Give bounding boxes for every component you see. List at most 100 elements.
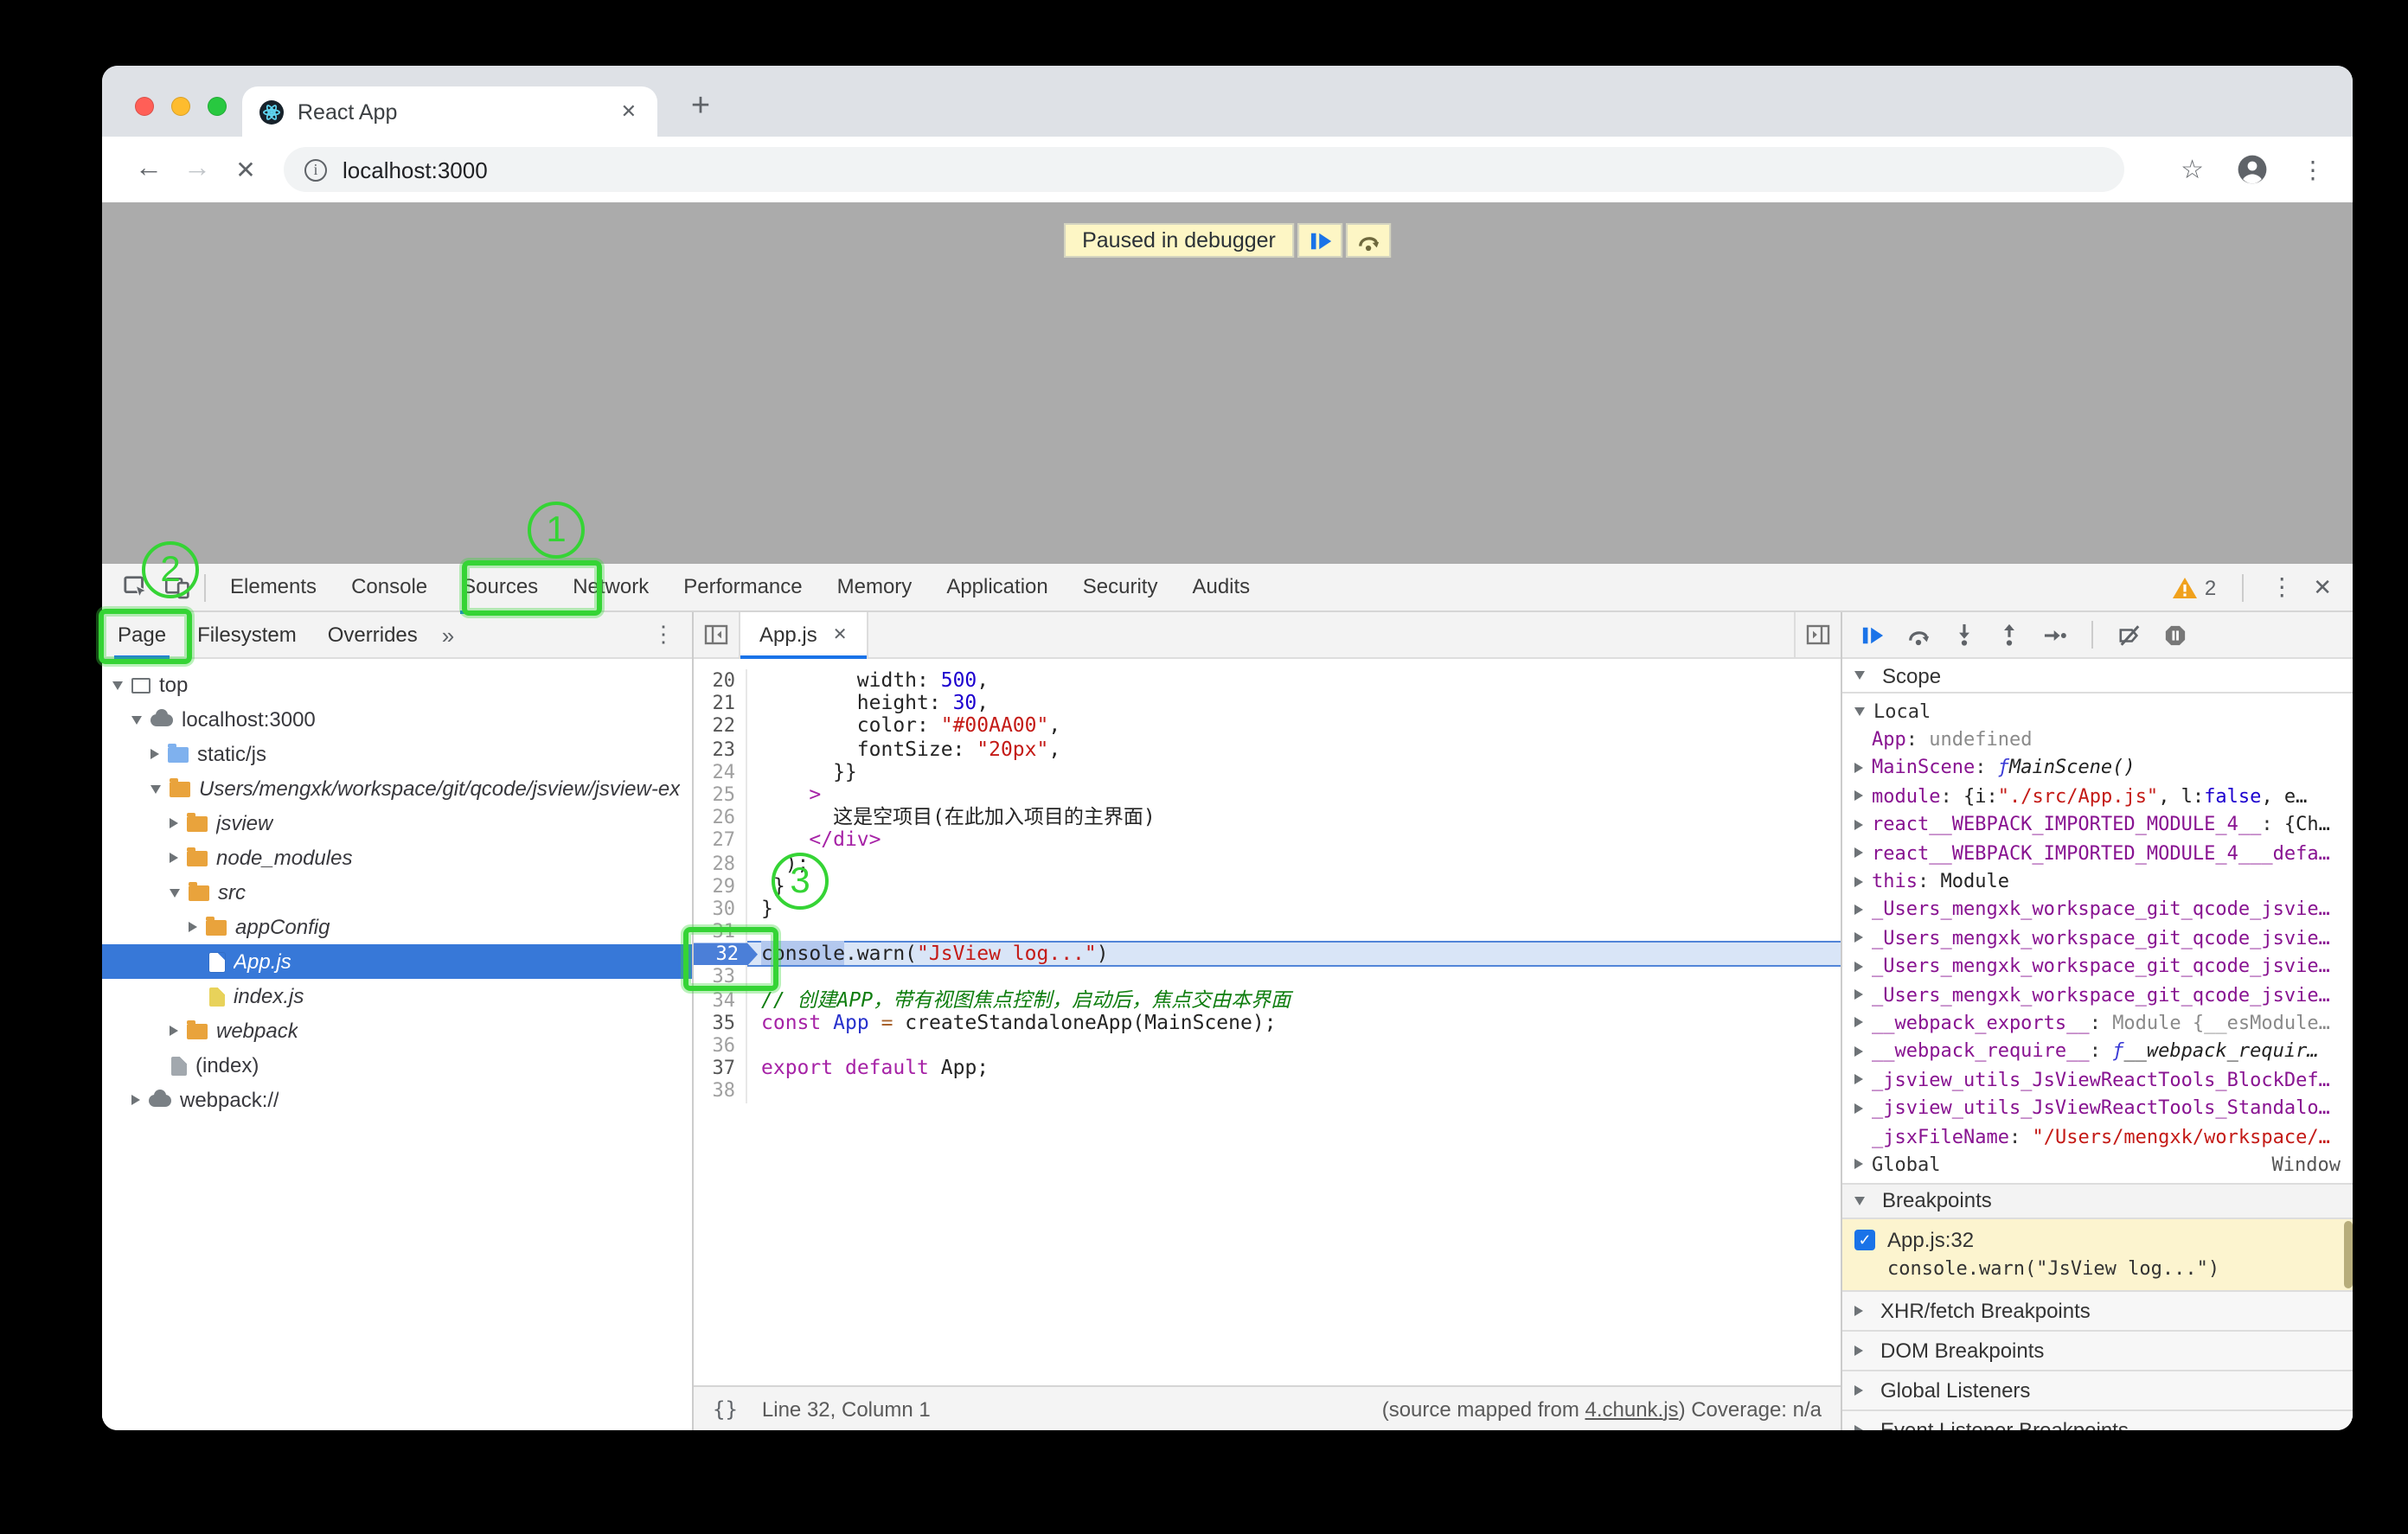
scope-var-react-webpack-imported-module-4[interactable]: react__WEBPACK_IMPORTED_MODULE_4__: {Ch… bbox=[1842, 810, 2353, 839]
chevron-right-icon[interactable] bbox=[150, 749, 159, 759]
scope-var-app[interactable]: App: undefined bbox=[1842, 725, 2353, 754]
section-global-listeners[interactable]: Global Listeners bbox=[1842, 1371, 2353, 1410]
code-text[interactable]: > bbox=[747, 783, 1841, 806]
code-text[interactable]: } bbox=[747, 898, 1841, 920]
gutter-line-number-35[interactable]: 35 bbox=[694, 1012, 747, 1034]
window-minimize-button[interactable] bbox=[171, 97, 190, 116]
gutter-line-number-24[interactable]: 24 bbox=[694, 761, 747, 783]
code-text[interactable]: } bbox=[747, 874, 1841, 897]
chevron-right-icon[interactable] bbox=[1854, 904, 1863, 915]
bookmark-star-icon[interactable]: ☆ bbox=[2181, 154, 2204, 185]
browser-menu-icon[interactable]: ⋮ bbox=[2301, 155, 2325, 184]
code-text[interactable]: </div> bbox=[747, 829, 1841, 852]
gutter-line-number-36[interactable]: 36 bbox=[694, 1034, 747, 1057]
chevron-right-icon[interactable] bbox=[189, 922, 197, 932]
code-text[interactable]: export default App; bbox=[747, 1057, 1841, 1079]
chevron-right-icon[interactable] bbox=[1854, 1305, 1863, 1315]
scope-var-module[interactable]: module: {i: "./src/App.js", l: false, e… bbox=[1842, 782, 2353, 810]
tree-item-appconfig[interactable]: appConfig bbox=[102, 910, 692, 944]
chevron-right-icon[interactable] bbox=[1854, 1103, 1863, 1113]
chevron-right-icon[interactable] bbox=[1854, 961, 1863, 971]
tree-item-users-mengxk-workspace-git-qcode-jsview-jsview-ex[interactable]: Users/mengxk/workspace/git/qcode/jsview/… bbox=[102, 771, 692, 806]
chevron-right-icon[interactable] bbox=[131, 1095, 140, 1105]
code-text[interactable]: 这是空项目(在此加入项目的主界面) bbox=[747, 806, 1841, 828]
section-xhr-fetch-breakpoints[interactable]: XHR/fetch Breakpoints bbox=[1842, 1291, 2353, 1331]
scope-var-users-mengxk-workspace-git-qcode-jsvie[interactable]: _Users_mengxk_workspace_git_qcode_jsvie… bbox=[1842, 981, 2353, 1009]
scrollbar-thumb[interactable] bbox=[2344, 1220, 2353, 1288]
new-tab-button[interactable]: + bbox=[678, 85, 723, 130]
browser-tab[interactable]: React App ✕ bbox=[242, 86, 657, 137]
tree-item-index-js[interactable]: index.js bbox=[102, 979, 692, 1013]
breakpoint-entry[interactable]: ✓ App.js:32 console.warn("JsView log..."… bbox=[1842, 1218, 2353, 1291]
forward-button-icon[interactable]: → bbox=[173, 154, 221, 185]
section-event-listener-breakpoints[interactable]: Event Listener Breakpoints bbox=[1842, 1410, 2353, 1430]
tree-item-webpack[interactable]: webpack:// bbox=[102, 1083, 692, 1117]
pretty-print-icon[interactable]: {} bbox=[713, 1397, 738, 1421]
scope-var-users-mengxk-workspace-git-qcode-jsvie[interactable]: _Users_mengxk_workspace_git_qcode_jsvie… bbox=[1842, 924, 2353, 952]
chevron-right-icon[interactable] bbox=[170, 818, 178, 828]
devtools-tab-console[interactable]: Console bbox=[334, 563, 445, 611]
code-text[interactable]: color: "#00AA00", bbox=[747, 715, 1841, 738]
code-text[interactable] bbox=[747, 966, 1841, 988]
tree-item-top[interactable]: top bbox=[102, 668, 692, 702]
source-map-link[interactable]: 4.chunk.js bbox=[1585, 1397, 1679, 1421]
step-icon[interactable] bbox=[2043, 623, 2067, 646]
gutter-line-number-25[interactable]: 25 bbox=[694, 783, 747, 806]
chevron-right-icon[interactable] bbox=[170, 853, 178, 863]
chevron-right-icon[interactable] bbox=[1854, 1075, 1863, 1085]
gutter-line-number-27[interactable]: 27 bbox=[694, 829, 747, 852]
code-text[interactable]: // 创建APP，带有视图焦点控制，启动后，焦点交由本界面 bbox=[747, 988, 1841, 1011]
gutter-line-number-29[interactable]: 29 bbox=[694, 874, 747, 897]
breakpoints-section-header[interactable]: Breakpoints bbox=[1842, 1182, 2353, 1218]
breakpoint-checkbox[interactable]: ✓ bbox=[1854, 1229, 1875, 1250]
gutter-line-number-23[interactable]: 23 bbox=[694, 738, 747, 760]
gutter-line-number-22[interactable]: 22 bbox=[694, 715, 747, 738]
pause-on-exceptions-icon[interactable] bbox=[2164, 623, 2187, 646]
editor-tab-appjs[interactable]: App.js ✕ bbox=[740, 611, 868, 658]
chevron-right-icon[interactable] bbox=[1854, 876, 1863, 886]
code-text[interactable]: height: 30, bbox=[747, 692, 1841, 714]
devtools-tab-audits[interactable]: Audits bbox=[1175, 563, 1267, 611]
navigator-tab-overrides[interactable]: Overrides bbox=[312, 611, 433, 658]
scope-var-mainscene[interactable]: MainScene: ƒ MainScene() bbox=[1842, 754, 2353, 783]
code-area[interactable]: 20 width: 500,21 height: 30,22 color: "#… bbox=[694, 659, 1841, 1385]
code-text[interactable]: }} bbox=[747, 761, 1841, 783]
tree-item-webpack[interactable]: webpack bbox=[102, 1013, 692, 1048]
address-bar[interactable]: i localhost:3000 bbox=[284, 147, 2124, 192]
chevron-right-icon[interactable] bbox=[1854, 1424, 1863, 1430]
chevron-right-icon[interactable] bbox=[1854, 989, 1863, 1000]
scope-var-webpack-require[interactable]: __webpack_require__: ƒ __webpack_requir… bbox=[1842, 1037, 2353, 1065]
tree-item-jsview[interactable]: jsview bbox=[102, 806, 692, 841]
scope-var-jsview-utils-jsviewreacttools-blockdef[interactable]: _jsview_utils_JsViewReactTools_BlockDef… bbox=[1842, 1065, 2353, 1094]
scope-var-users-mengxk-workspace-git-qcode-jsvie[interactable]: _Users_mengxk_workspace_git_qcode_jsvie… bbox=[1842, 952, 2353, 981]
tree-item-node-modules[interactable]: node_modules bbox=[102, 841, 692, 875]
code-text[interactable] bbox=[747, 1034, 1841, 1057]
scope-var-users-mengxk-workspace-git-qcode-jsvie[interactable]: _Users_mengxk_workspace_git_qcode_jsvie… bbox=[1842, 895, 2353, 924]
chevron-down-icon[interactable] bbox=[131, 715, 142, 724]
chevron-down-icon[interactable] bbox=[1854, 706, 1865, 715]
back-button-icon[interactable]: ← bbox=[125, 154, 173, 185]
devtools-tab-elements[interactable]: Elements bbox=[213, 563, 334, 611]
code-text[interactable]: fontSize: "20px", bbox=[747, 738, 1841, 760]
window-zoom-button[interactable] bbox=[208, 97, 227, 116]
chevron-right-icon[interactable] bbox=[1854, 1018, 1863, 1028]
window-close-button[interactable] bbox=[135, 97, 154, 116]
gutter-line-number-38[interactable]: 38 bbox=[694, 1080, 747, 1103]
chevron-right-icon[interactable] bbox=[1854, 933, 1863, 943]
tree-item-localhost-3000[interactable]: localhost:3000 bbox=[102, 702, 692, 737]
hide-navigator-icon[interactable] bbox=[694, 612, 740, 657]
scope-var-react-webpack-imported-module-4-defa[interactable]: react__WEBPACK_IMPORTED_MODULE_4___defa… bbox=[1842, 839, 2353, 867]
gutter-line-number-26[interactable]: 26 bbox=[694, 806, 747, 828]
devtools-tab-security[interactable]: Security bbox=[1066, 563, 1175, 611]
chevron-right-icon[interactable] bbox=[1854, 820, 1863, 830]
tree-item-app-js[interactable]: App.js bbox=[102, 944, 692, 979]
tree-item-src[interactable]: src bbox=[102, 875, 692, 910]
chevron-right-icon[interactable] bbox=[1854, 763, 1863, 773]
chevron-down-icon[interactable] bbox=[150, 784, 161, 793]
code-text[interactable]: console.warn("JsView log...") bbox=[747, 943, 1841, 966]
scope-var-webpack-exports[interactable]: __webpack_exports__: Module {__esModule… bbox=[1842, 1009, 2353, 1038]
editor-tab-close-icon[interactable]: ✕ bbox=[833, 625, 848, 644]
devtools-tab-memory[interactable]: Memory bbox=[820, 563, 930, 611]
gutter-line-number-21[interactable]: 21 bbox=[694, 692, 747, 714]
chevron-down-icon[interactable] bbox=[112, 681, 123, 689]
